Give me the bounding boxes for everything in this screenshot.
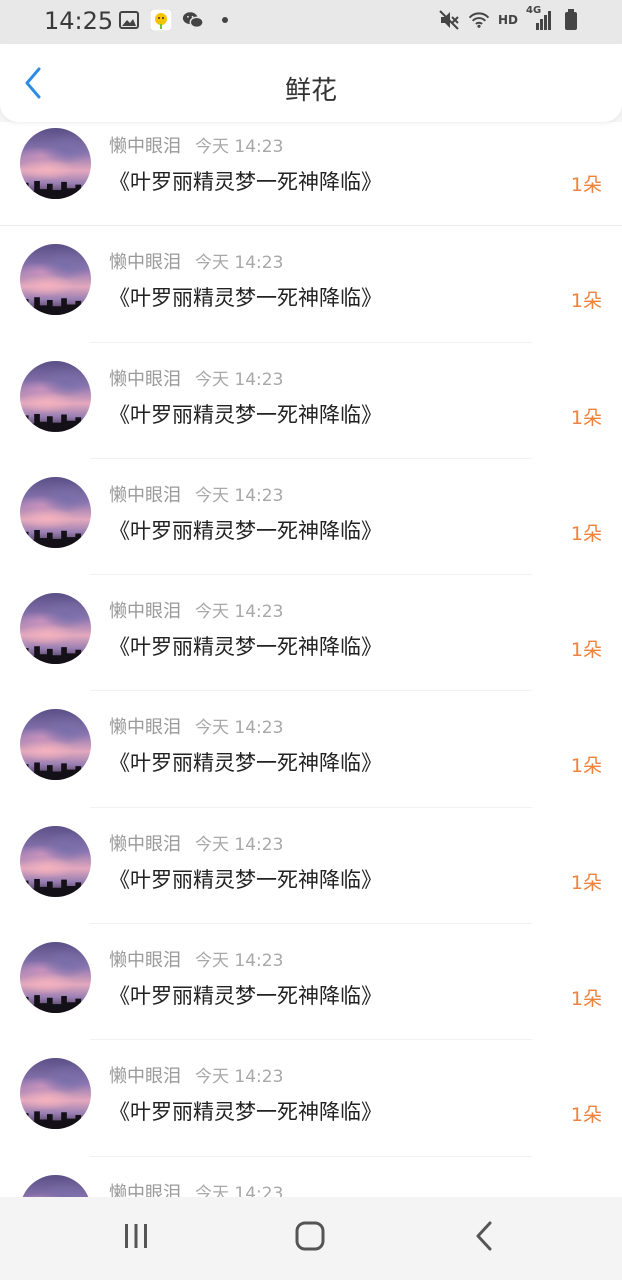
dot-icon: [214, 9, 236, 31]
list-item[interactable]: 懒中眼泪 今天 14:23 《叶罗丽精灵梦一死神降临》 1朵: [0, 575, 622, 692]
flower-count: 1朵: [570, 755, 602, 778]
navigation-bar: [0, 1197, 622, 1280]
flower-list[interactable]: 懒中眼泪 今天 14:23 《叶罗丽精灵梦一死神降临》 1朵 懒中眼泪 今天 14:23 《…: [0, 122, 622, 1197]
item-title: 《叶罗丽精灵梦一死神降临》: [109, 751, 382, 776]
item-time: 今天 14:23: [195, 253, 284, 274]
avatar: [20, 942, 91, 1014]
flower-count: 1朵: [570, 988, 602, 1011]
item-title: 《叶罗丽精灵梦一死神降临》: [109, 1100, 382, 1125]
user-name: 懒中眼泪: [109, 950, 181, 972]
item-meta: 懒中眼泪 今天 14:23: [109, 365, 283, 391]
item-title: 《叶罗丽精灵梦一死神降临》: [109, 867, 382, 892]
item-meta: 懒中眼泪 今天 14:23: [109, 713, 283, 739]
notification-icons: [118, 9, 236, 31]
flower-count: 1朵: [570, 522, 602, 545]
user-name: 懒中眼泪: [109, 368, 181, 390]
header: 鲜花: [0, 44, 622, 122]
list-item[interactable]: 懒中眼泪 今天 14:23 《叶罗丽精灵梦一死神降临》 1朵: [0, 122, 622, 227]
item-meta: 懒中眼泪 今天 14:23: [109, 946, 283, 972]
item-time: 今天 14:23: [195, 834, 284, 855]
avatar: [20, 1058, 91, 1130]
system-icons: HD 4G: [438, 5, 582, 31]
user-name: 懒中眼泪: [109, 717, 181, 739]
user-name: 懒中眼泪: [109, 484, 181, 506]
item-title: 《叶罗丽精灵梦一死神降临》: [109, 170, 382, 194]
item-time: 今天 14:23: [195, 369, 284, 390]
list-item[interactable]: 懒中眼泪 今天 14:23 《叶罗丽精灵梦一死神降临》 1朵: [0, 1040, 622, 1157]
item-time: 今天 14:23: [195, 1183, 284, 1197]
flower-count: 1朵: [570, 639, 602, 662]
user-name: 懒中眼泪: [109, 252, 181, 274]
app-face-icon: [150, 9, 172, 31]
mute-icon: [438, 9, 460, 31]
network-label: 4G: [526, 5, 542, 16]
list-item[interactable]: 懒中眼泪 今天 14:23 《叶罗丽精灵梦一死神降临》 1朵: [0, 342, 622, 460]
item-meta: 懒中眼泪 今天 14:23: [109, 481, 283, 507]
item-meta: 懒中眼泪 今天 14:23: [109, 830, 283, 856]
flower-count: 1朵: [570, 174, 602, 196]
item-meta: 懒中眼泪 今天 14:23: [109, 1062, 283, 1088]
item-title: 《叶罗丽精灵梦一死神降临》: [109, 518, 382, 543]
flower-list-inner: 懒中眼泪 今天 14:23 《叶罗丽精灵梦一死神降临》 1朵 懒中眼泪 今天 14:23 《…: [0, 122, 622, 1197]
item-time: 今天 14:23: [195, 1067, 284, 1088]
list-item[interactable]: 懒中眼泪 今天 14:23 《叶罗丽精灵梦一死神降临》 1朵: [0, 807, 622, 925]
status-time: 14:25: [44, 7, 114, 35]
list-item[interactable]: 懒中眼泪 今天 14:23: [0, 1156, 622, 1197]
status-bar: 14:25 HD 4G: [0, 0, 622, 44]
user-name: 懒中眼泪: [109, 1182, 181, 1197]
hd-label: HD: [497, 13, 518, 27]
item-time: 今天 14:23: [195, 718, 284, 739]
item-meta: 懒中眼泪 今天 14:23: [109, 248, 283, 274]
item-meta: 懒中眼泪 今天 14:23: [109, 597, 283, 623]
avatar: [20, 593, 91, 665]
avatar: [20, 476, 91, 548]
item-time: 今天 14:23: [195, 137, 284, 157]
wifi-icon: [468, 9, 490, 31]
item-time: 今天 14:23: [195, 485, 284, 506]
page-title: 鲜花: [284, 76, 337, 106]
home-button[interactable]: [290, 1221, 330, 1255]
user-name: 懒中眼泪: [109, 136, 181, 157]
wechat-icon: [182, 9, 204, 31]
list-item[interactable]: 懒中眼泪 今天 14:23 《叶罗丽精灵梦一死神降临》 1朵: [0, 924, 622, 1041]
flower-count: 1朵: [570, 406, 602, 429]
avatar: [20, 360, 91, 432]
item-title: 《叶罗丽精灵梦一死神降临》: [109, 286, 382, 311]
avatar: [20, 1174, 91, 1197]
user-name: 懒中眼泪: [109, 601, 181, 623]
image-icon: [118, 9, 140, 31]
item-meta: 懒中眼泪 今天 14:23: [109, 1179, 283, 1197]
item-meta: 懒中眼泪 今天 14:23: [109, 132, 283, 158]
item-title: 《叶罗丽精灵梦一死神降临》: [109, 984, 382, 1009]
flower-count: 1朵: [570, 871, 602, 894]
item-time: 今天 14:23: [195, 602, 284, 623]
signal-icon: 4G: [526, 5, 552, 31]
user-name: 懒中眼泪: [109, 1066, 181, 1088]
recent-apps-button[interactable]: [116, 1221, 156, 1255]
flower-count: 1朵: [570, 290, 602, 313]
item-title: 《叶罗丽精灵梦一死神降临》: [109, 635, 382, 660]
list-item[interactable]: 懒中眼泪 今天 14:23 《叶罗丽精灵梦一死神降临》 1朵: [0, 226, 622, 343]
item-title: 《叶罗丽精灵梦一死神降临》: [109, 402, 382, 427]
home-icon: [295, 1221, 325, 1255]
list-item[interactable]: 懒中眼泪 今天 14:23 《叶罗丽精灵梦一死神降临》 1朵: [0, 458, 622, 576]
recent-apps-icon: [122, 1223, 150, 1253]
avatar: [20, 825, 91, 897]
avatar: [20, 128, 91, 199]
back-icon: [475, 1221, 493, 1255]
item-time: 今天 14:23: [195, 951, 284, 972]
avatar: [20, 244, 91, 316]
list-item[interactable]: 懒中眼泪 今天 14:23 《叶罗丽精灵梦一死神降临》 1朵: [0, 691, 622, 809]
user-name: 懒中眼泪: [109, 833, 181, 855]
system-back-button[interactable]: [464, 1221, 504, 1255]
avatar: [20, 709, 91, 781]
battery-icon: [560, 9, 582, 31]
flower-count: 1朵: [570, 1104, 602, 1127]
